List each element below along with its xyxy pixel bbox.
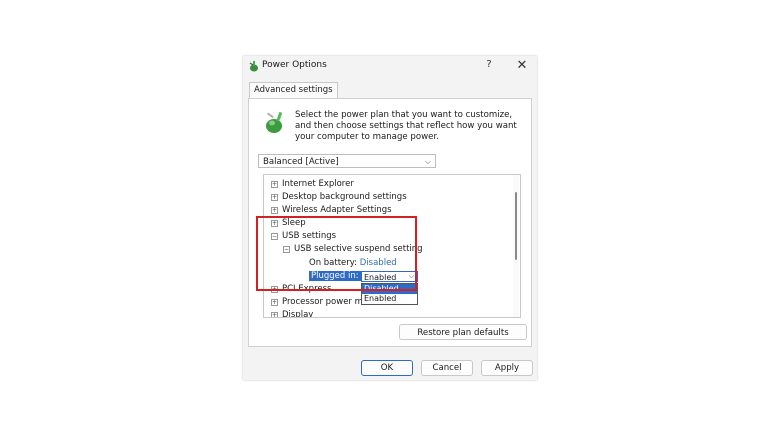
window-title: Power Options — [262, 60, 327, 70]
cancel-button[interactable]: Cancel — [421, 360, 473, 376]
tree-item-on-battery[interactable]: On battery: Disabled — [309, 257, 397, 269]
power-plan-icon — [266, 111, 283, 133]
power-options-dialog: Power Options ? ✕ Advanced settings Sele… — [243, 56, 537, 380]
dropdown-option-enabled[interactable]: Enabled — [362, 294, 417, 304]
power-options-icon — [249, 61, 258, 72]
tree-item-usb-selective-suspend[interactable]: − USB selective suspend setting — [283, 243, 423, 255]
restore-plan-defaults-button[interactable]: Restore plan defaults — [399, 324, 527, 340]
plugged-in-select[interactable]: Enabled ⌵ — [361, 271, 418, 282]
dropdown-option-disabled[interactable]: Disabled — [362, 284, 417, 294]
tree-item-plugged-in[interactable]: Plugged in: — [309, 270, 361, 282]
expand-icon[interactable]: + — [271, 286, 278, 293]
expand-icon[interactable]: + — [271, 220, 278, 227]
tree-item-processor-power[interactable]: + Processor power m — [271, 296, 363, 308]
on-battery-label: On battery: — [309, 258, 358, 268]
collapse-icon[interactable]: − — [271, 233, 278, 240]
tree-scrollbar-thumb[interactable] — [515, 192, 517, 260]
tree-item-internet-explorer[interactable]: + Internet Explorer — [271, 178, 354, 190]
help-button[interactable]: ? — [480, 59, 498, 75]
tree-item-wireless-adapter[interactable]: + Wireless Adapter Settings — [271, 204, 392, 216]
ok-button[interactable]: OK — [361, 360, 413, 376]
apply-button[interactable]: Apply — [481, 360, 533, 376]
on-battery-value[interactable]: Disabled — [360, 258, 397, 268]
plugged-in-value: Enabled — [364, 273, 397, 282]
close-button[interactable]: ✕ — [513, 58, 531, 74]
chevron-down-icon: ⌵ — [408, 272, 414, 280]
expand-icon[interactable]: + — [271, 194, 278, 201]
tree-item-pci-express[interactable]: + PCI Express — [271, 283, 331, 295]
tree-item-display[interactable]: + Display — [271, 309, 313, 317]
expand-icon[interactable]: + — [271, 312, 278, 317]
power-plan-value: Balanced [Active] — [263, 157, 339, 167]
description-text: Select the power plan that you want to c… — [295, 110, 517, 142]
tree-item-desktop-background[interactable]: + Desktop background settings — [271, 191, 407, 203]
plugged-in-dropdown-list[interactable]: Disabled Enabled — [361, 283, 418, 305]
tab-advanced-settings[interactable]: Advanced settings — [249, 82, 338, 99]
collapse-icon[interactable]: − — [283, 246, 290, 253]
expand-icon[interactable]: + — [271, 207, 278, 214]
expand-icon[interactable]: + — [271, 299, 278, 306]
settings-tree[interactable]: + Internet Explorer + Desktop background s… — [263, 174, 521, 318]
power-plan-select[interactable]: Balanced [Active] ⌵ — [258, 154, 436, 168]
chevron-down-icon: ⌵ — [424, 157, 431, 166]
advanced-settings-panel: Select the power plan that you want to c… — [248, 98, 532, 347]
tree-item-usb-settings[interactable]: − USB settings — [271, 230, 336, 242]
title-bar: Power Options ? ✕ — [243, 56, 537, 78]
expand-icon[interactable]: + — [271, 181, 278, 188]
plugged-in-label: Plugged in: — [309, 271, 361, 281]
tree-item-sleep[interactable]: + Sleep — [271, 217, 306, 229]
